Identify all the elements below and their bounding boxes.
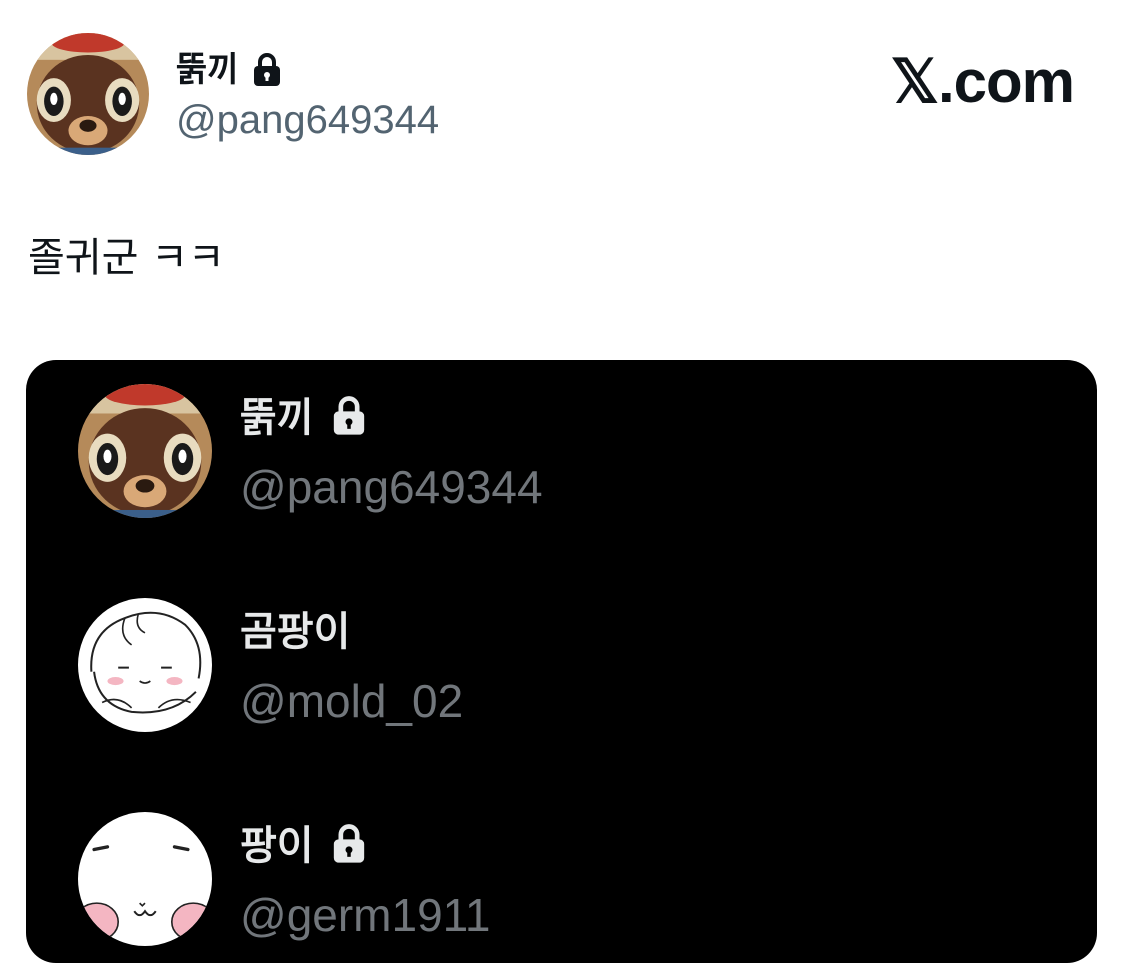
- lock-icon: [330, 395, 368, 442]
- account-name: 팡이: [240, 823, 314, 869]
- author-handle[interactable]: @pang649344: [176, 98, 439, 142]
- author-name[interactable]: 뚥끼: [176, 53, 239, 87]
- account-name: 뚥끼: [240, 395, 314, 441]
- x-com-logo: 𝕏.com: [890, 48, 1075, 115]
- account-handle: @germ1911: [240, 889, 491, 941]
- account-handle: @mold_02: [240, 675, 464, 727]
- tweet-media-image[interactable]: 뚥끼 @pang649344 곰팡이 @mold_02 팡이 @germ1911: [26, 360, 1097, 963]
- lock-icon: [330, 823, 368, 870]
- account-avatar: [78, 598, 212, 732]
- account-list-item: 뚥끼 @pang649344: [78, 384, 1058, 518]
- raccoon-avatar-icon: [78, 384, 212, 518]
- round-face-avatar-icon: [78, 812, 212, 946]
- account-name: 곰팡이: [240, 609, 351, 655]
- lock-icon: [251, 52, 283, 88]
- account-avatar: [78, 384, 212, 518]
- account-list-item: 팡이 @germ1911: [78, 812, 1058, 946]
- puppy-doodle-avatar-icon: [78, 598, 212, 732]
- account-handle: @pang649344: [240, 461, 543, 513]
- author-avatar[interactable]: [27, 33, 149, 155]
- account-list-item: 곰팡이 @mold_02: [78, 598, 1058, 732]
- raccoon-avatar-icon: [27, 33, 149, 155]
- tweet-text: 졸귀군 ㅋㅋ: [28, 235, 225, 281]
- account-avatar: [78, 812, 212, 946]
